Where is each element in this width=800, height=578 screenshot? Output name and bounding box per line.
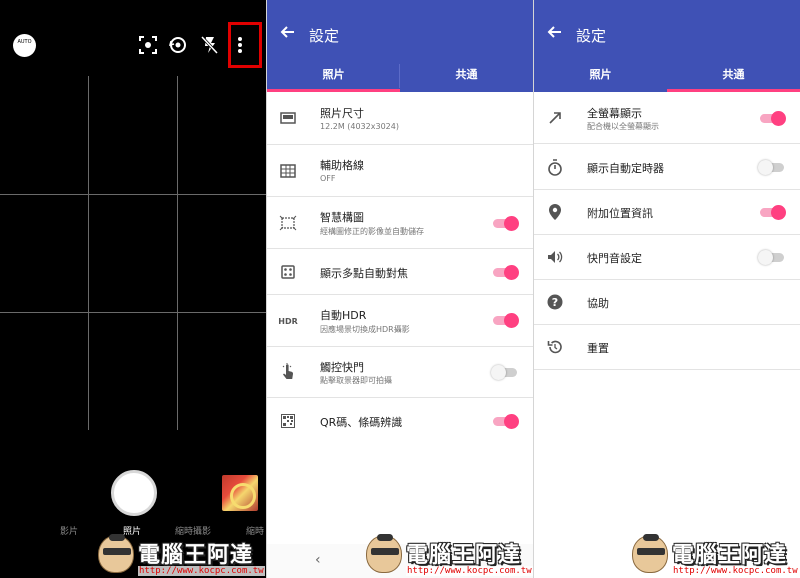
shutter-button[interactable]: [111, 470, 157, 516]
setting-title: QR碼、條碼辨識: [320, 416, 403, 429]
fullscreen-toggle[interactable]: [758, 111, 786, 126]
photo-size-icon: [279, 109, 297, 127]
setting-touch-shutter[interactable]: 觸控快門 點擊取景器即可拍攝: [267, 347, 533, 398]
setting-subtitle: 點擊取景器即可拍攝: [320, 376, 392, 385]
page-title: 設定: [309, 27, 340, 45]
setting-title: 觸控快門: [320, 361, 364, 374]
setting-title: 重置: [587, 342, 609, 355]
setting-reset[interactable]: 重置: [534, 325, 800, 370]
setting-shutter-sound[interactable]: 快門音設定: [534, 235, 800, 280]
back-arrow-icon[interactable]: [546, 24, 568, 46]
mascot-logo: [366, 534, 402, 573]
switch-camera-icon[interactable]: [167, 34, 189, 56]
auto-hdr-toggle[interactable]: [491, 313, 519, 328]
watermark: 電腦王阿達 http://www.kocpc.com.tw: [366, 533, 536, 577]
volume-icon: [546, 248, 564, 266]
setting-title: 協助: [587, 297, 609, 310]
setting-title: 智慧構圖: [320, 211, 364, 224]
qr-code-icon: [279, 412, 297, 430]
mascot-logo: [632, 534, 668, 573]
tab-common[interactable]: 共通: [400, 60, 533, 92]
setting-title: 附加位置資訊: [587, 207, 653, 220]
watermark-url: http://www.kocpc.com.tw: [138, 566, 265, 576]
mascot-logo: [98, 534, 134, 573]
watermark: 電腦王阿達 http://www.kocpc.com.tw: [632, 533, 800, 577]
page-title: 設定: [576, 27, 607, 45]
setting-fullscreen[interactable]: 全螢幕顯示 配合機以全螢幕顯示: [534, 92, 800, 144]
more-options-highlight: [228, 22, 262, 68]
auto-timer-toggle[interactable]: [758, 160, 786, 175]
timer-icon: [546, 158, 564, 176]
setting-title: 自動HDR: [320, 309, 367, 322]
watermark-text: 電腦王阿達: [406, 543, 522, 568]
watermark-url: http://www.kocpc.com.tw: [672, 566, 799, 576]
setting-title: 顯示自動定時器: [587, 162, 664, 175]
setting-location[interactable]: 附加位置資訊: [534, 190, 800, 235]
setting-subtitle: 經構圖修正的影像並自動儲存: [320, 227, 424, 236]
touch-shutter-toggle[interactable]: [491, 365, 519, 380]
setting-title: 輔助格線: [320, 159, 364, 172]
shutter-sound-toggle[interactable]: [758, 250, 786, 265]
back-arrow-icon[interactable]: [279, 24, 301, 46]
nav-back-icon[interactable]: ‹: [315, 552, 321, 568]
setting-auto-hdr[interactable]: HDR 自動HDR 因應場景切換成HDR攝影: [267, 295, 533, 347]
help-icon: ?: [546, 293, 564, 311]
reset-icon: [546, 338, 564, 356]
setting-photo-size[interactable]: 照片尺寸 12.2M (4032x3024): [267, 92, 533, 145]
qr-code-toggle[interactable]: [491, 414, 519, 429]
auto-mode-button[interactable]: AUTO: [13, 34, 36, 57]
tab-common[interactable]: 共通: [667, 60, 800, 92]
settings-list: 照片尺寸 12.2M (4032x3024) 輔助格線 OFF 智慧構圖 經構圖…: [267, 92, 533, 444]
tab-photo[interactable]: 照片: [534, 60, 667, 92]
setting-smart-composition[interactable]: 智慧構圖 經構圖修正的影像並自動儲存: [267, 197, 533, 249]
setting-help[interactable]: ? 協助: [534, 280, 800, 325]
watermark-text: 電腦王阿達: [672, 543, 788, 568]
setting-qr-code[interactable]: QR碼、條碼辨識: [267, 398, 533, 444]
fullscreen-icon: [546, 109, 564, 127]
auto-mode-label: AUTO: [17, 39, 32, 45]
watermark-text: 電腦王阿達: [138, 543, 254, 568]
setting-grid-lines[interactable]: 輔助格線 OFF: [267, 145, 533, 197]
setting-title: 照片尺寸: [320, 107, 364, 120]
settings-tabs: 照片 共通: [534, 60, 800, 92]
camera-viewfinder-panel: AUTO 影片 照片 縮時攝影 縮時: [0, 0, 266, 578]
focus-mode-icon[interactable]: [137, 34, 159, 56]
setting-multi-af[interactable]: 顯示多點自動對焦: [267, 249, 533, 295]
watermark: 電腦王阿達 http://www.kocpc.com.tw: [98, 533, 268, 577]
touch-shutter-icon: [279, 363, 297, 381]
smart-composition-toggle[interactable]: [491, 216, 519, 231]
settings-list: 全螢幕顯示 配合機以全螢幕顯示 顯示自動定時器 附加位置資訊 快門音設定 ? 協…: [534, 92, 800, 370]
mode-video[interactable]: 影片: [60, 524, 78, 537]
setting-title: 全螢幕顯示: [587, 107, 642, 120]
setting-subtitle: 配合機以全螢幕顯示: [587, 122, 659, 131]
flash-off-icon[interactable]: [198, 34, 220, 56]
settings-panel-common: 設定 照片 共通 全螢幕顯示 配合機以全螢幕顯示 顯示自動定時器 附加位置資訊 …: [534, 0, 800, 578]
settings-tabs: 照片 共通: [267, 60, 533, 92]
setting-auto-timer[interactable]: 顯示自動定時器: [534, 144, 800, 190]
camera-top-bar: AUTO: [0, 0, 266, 74]
location-icon: [546, 203, 564, 221]
settings-panel-photo: 設定 照片 共通 照片尺寸 12.2M (4032x3024) 輔助格線 OFF: [267, 0, 533, 578]
location-toggle[interactable]: [758, 205, 786, 220]
viewfinder-grid[interactable]: [0, 76, 266, 430]
gallery-thumbnail[interactable]: [222, 475, 258, 511]
smart-composition-icon: [279, 214, 297, 232]
setting-subtitle: 因應場景切換成HDR攝影: [320, 325, 410, 334]
setting-title: 快門音設定: [587, 252, 642, 265]
app-bar: 設定 照片 共通: [534, 0, 800, 92]
grid-icon: [279, 162, 297, 180]
tab-photo[interactable]: 照片: [267, 60, 400, 92]
app-bar: 設定 照片 共通: [267, 0, 533, 92]
hdr-icon: HDR: [278, 316, 298, 326]
watermark-url: http://www.kocpc.com.tw: [406, 566, 533, 576]
setting-subtitle: 12.2M (4032x3024): [320, 122, 399, 131]
multi-af-icon: [279, 263, 297, 281]
multi-af-toggle[interactable]: [491, 265, 519, 280]
setting-subtitle: OFF: [320, 174, 336, 183]
setting-title: 顯示多點自動對焦: [320, 267, 408, 280]
svg-text:?: ?: [552, 296, 558, 309]
